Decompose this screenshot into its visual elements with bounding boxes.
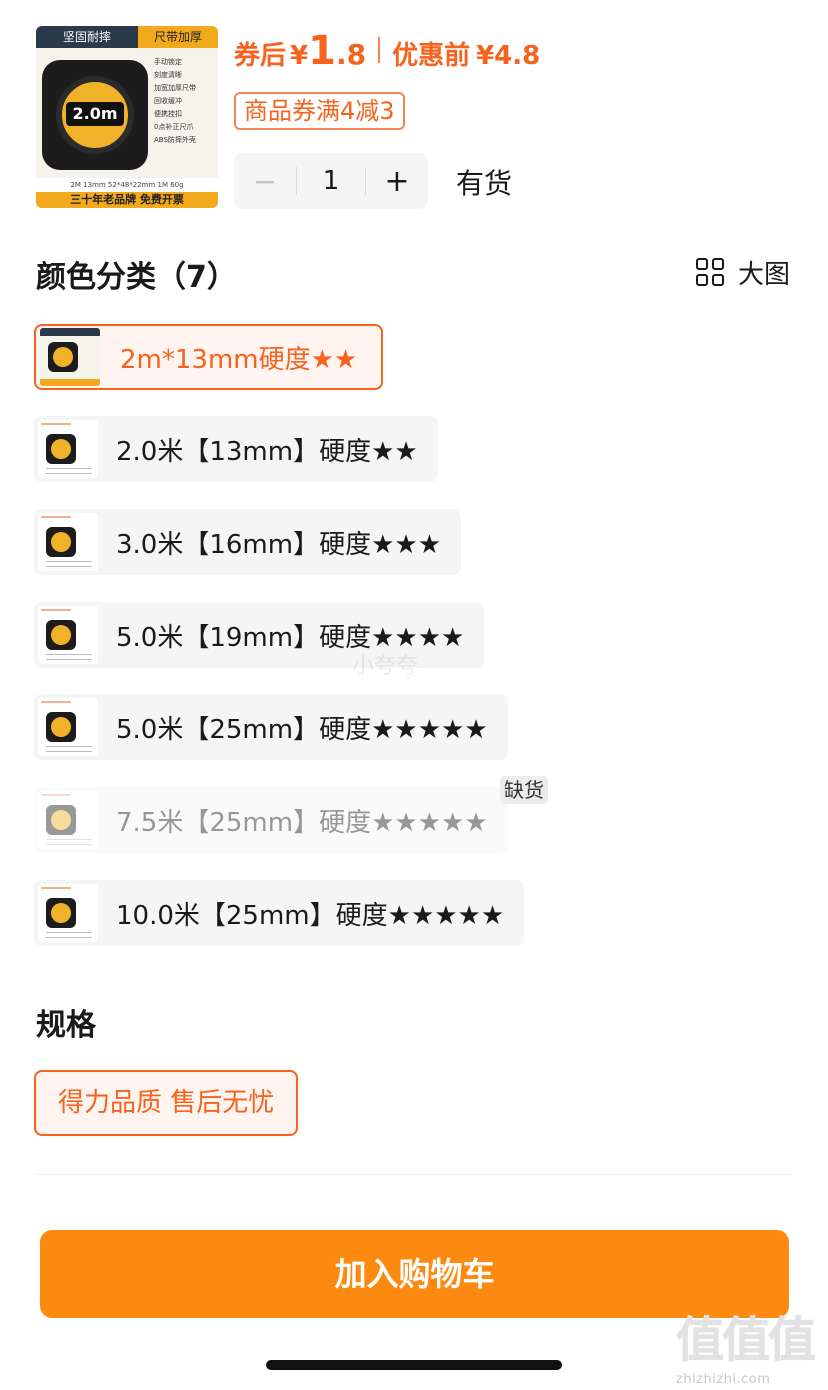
- product-thumbnail[interactable]: 坚固耐摔 尺带加厚 2.0m 手动锁定 刻度清晰 加宽加厚尺带 回收缓冲 便携挂…: [36, 26, 218, 208]
- thumb-feature: 0点补正尺爪: [154, 123, 194, 131]
- watermark-url: zhizhizhi.com: [676, 1372, 771, 1387]
- quantity-value[interactable]: 1: [297, 166, 365, 196]
- thumb-feature: 回收缓冲: [154, 97, 182, 105]
- quantity-stepper: − 1 +: [234, 153, 428, 209]
- out-of-stock-badge: 缺货: [500, 776, 548, 804]
- thumb-spec-row: 2M 13mm 52*48*22mm 1M 60g: [36, 178, 218, 192]
- option-thumbnail: [38, 698, 98, 756]
- decrease-button[interactable]: −: [234, 165, 296, 198]
- big-view-toggle[interactable]: 大图: [696, 254, 790, 291]
- color-option-2[interactable]: 2.0米【13mm】硬度★★: [34, 416, 438, 482]
- spec-option[interactable]: 得力品质 售后无忧: [34, 1070, 299, 1136]
- price-divider: [378, 37, 381, 63]
- thumb-feature-list: 手动锁定 刻度清晰 加宽加厚尺带 回收缓冲 便携挂扣 0点补正尺爪 ABS防摔外…: [154, 56, 214, 147]
- option-label: 7.5米【25mm】硬度★★★★★: [116, 807, 488, 838]
- color-option-5[interactable]: 5.0米【25mm】硬度★★★★★: [34, 694, 508, 760]
- thumb-tag-left: 坚固耐摔: [36, 26, 138, 48]
- product-sku-sheet: 坚固耐摔 尺带加厚 2.0m 手动锁定 刻度清晰 加宽加厚尺带 回收缓冲 便携挂…: [0, 0, 828, 1390]
- thumb-feature: 刻度清晰: [154, 71, 182, 79]
- currency-symbol: ¥: [290, 41, 309, 71]
- watermark-text: 小夸夸: [352, 654, 419, 679]
- after-coupon-price-int: 1: [308, 28, 336, 74]
- before-discount-price: ¥4.8: [476, 41, 541, 71]
- stock-status: 有货: [456, 167, 513, 200]
- coupon-badge[interactable]: 商品券满4减3: [234, 92, 405, 130]
- option-label: 5.0米【25mm】硬度★★★★★: [116, 714, 488, 745]
- color-option-3[interactable]: 3.0米【16mm】硬度★★★: [34, 509, 462, 575]
- home-indicator[interactable]: [266, 1360, 562, 1370]
- tape-measure-image: 2.0m: [42, 60, 148, 170]
- watermark-logo: 值值值: [676, 1312, 816, 1368]
- after-coupon-label: 券后: [234, 41, 287, 71]
- thumb-feature: 便携挂扣: [154, 110, 182, 118]
- color-option-7[interactable]: 10.0米【25mm】硬度★★★★★: [34, 880, 525, 946]
- thumb-footer: 三十年老品牌 免费开票: [36, 192, 218, 208]
- thumb-size-label: 2.0m: [66, 102, 124, 126]
- big-view-label: 大图: [738, 260, 791, 290]
- thumb-feature: 手动锁定: [154, 58, 182, 66]
- divider: [36, 1174, 792, 1175]
- thumb-tag-right: 尺带加厚: [138, 26, 218, 48]
- color-option-1[interactable]: 2m*13mm硬度★★: [34, 324, 384, 390]
- option-thumbnail: [38, 791, 98, 849]
- grid-view-icon: [696, 257, 726, 288]
- option-label: 2m*13mm硬度★★: [120, 344, 358, 375]
- spec-section-title: 规格: [36, 1008, 96, 1043]
- option-thumbnail: [38, 420, 98, 478]
- after-coupon-price-dec: .8: [335, 38, 367, 71]
- option-label: 2.0米【13mm】硬度★★: [116, 436, 418, 467]
- option-thumbnail: [38, 606, 98, 664]
- thumb-feature: ABS防摔外壳: [154, 136, 196, 144]
- before-discount-label: 优惠前: [392, 41, 471, 71]
- thumb-feature: 加宽加厚尺带: [154, 84, 196, 92]
- option-thumbnail: [38, 513, 98, 571]
- option-thumbnail: [40, 328, 100, 386]
- option-label: 10.0米【25mm】硬度★★★★★: [116, 900, 505, 931]
- option-thumbnail: [38, 884, 98, 942]
- increase-button[interactable]: +: [366, 164, 428, 199]
- color-option-6[interactable]: 7.5米【25mm】硬度★★★★★: [34, 787, 508, 853]
- price-row: 券后 ¥ 1 .8 优惠前 ¥4.8: [234, 28, 541, 74]
- color-section-title: 颜色分类（7）: [36, 260, 237, 295]
- option-label: 3.0米【16mm】硬度★★★: [116, 529, 442, 560]
- site-watermark: 值值值 zhizhizhi.com: [676, 1300, 826, 1390]
